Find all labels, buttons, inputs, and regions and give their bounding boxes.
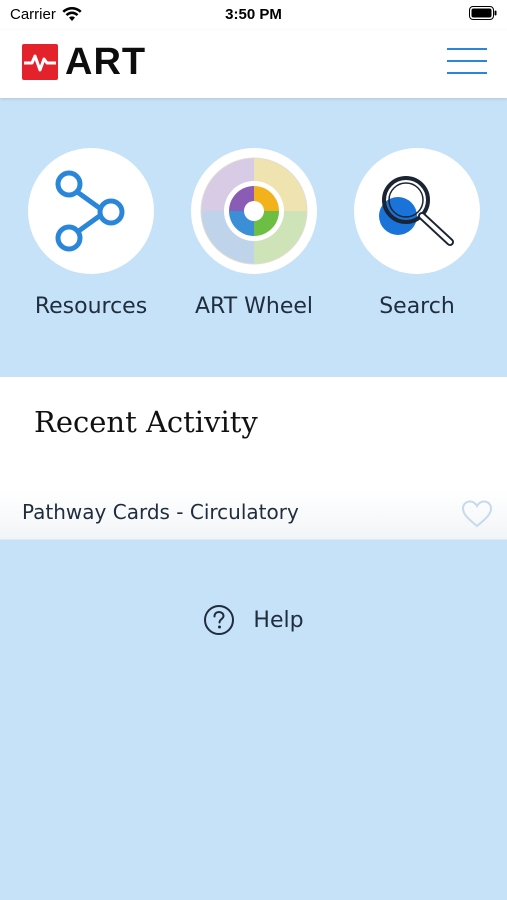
list-item[interactable]: Pathway Cards - Circulatory: [0, 489, 507, 540]
resources-label: Resources: [34, 294, 148, 319]
battery-icon: [469, 6, 497, 24]
heart-icon[interactable]: [461, 499, 493, 529]
hamburger-icon-line: [447, 48, 487, 50]
list-item-label: Pathway Cards - Circulatory: [22, 500, 299, 524]
art-wheel-tile-circle: [191, 148, 317, 274]
question-circle-icon: [204, 605, 235, 635]
status-bar: Carrier 3:50 PM: [0, 0, 507, 30]
recent-activity-title: Recent Activity: [34, 405, 258, 439]
art-wheel-label: ART Wheel: [194, 294, 314, 319]
help-label: Help: [253, 607, 304, 633]
recent-activity-section: Recent Activity: [0, 377, 507, 489]
menu-button[interactable]: [447, 46, 489, 78]
resources-tile[interactable]: Resources: [6, 148, 176, 319]
hamburger-icon-line: [447, 72, 487, 74]
app-header: ART: [0, 30, 507, 98]
art-logo[interactable]: ART: [22, 41, 147, 83]
help-link[interactable]: Help: [0, 604, 507, 636]
share-nodes-icon: [55, 170, 125, 252]
logo-text: ART: [65, 41, 147, 83]
search-tile[interactable]: Search: [332, 148, 502, 319]
art-wheel-icon: [200, 157, 308, 265]
resources-tile-circle: [28, 148, 154, 274]
quick-links: Resources ART Wheel Search: [0, 98, 507, 377]
hamburger-icon-line: [447, 60, 487, 62]
art-wheel-tile[interactable]: ART Wheel: [169, 148, 339, 319]
heartbeat-logo-icon: [22, 44, 58, 80]
search-tile-circle: [354, 148, 480, 274]
search-label: Search: [379, 294, 455, 319]
magnifier-icon: [379, 176, 454, 246]
status-time: 3:50 PM: [225, 6, 282, 23]
